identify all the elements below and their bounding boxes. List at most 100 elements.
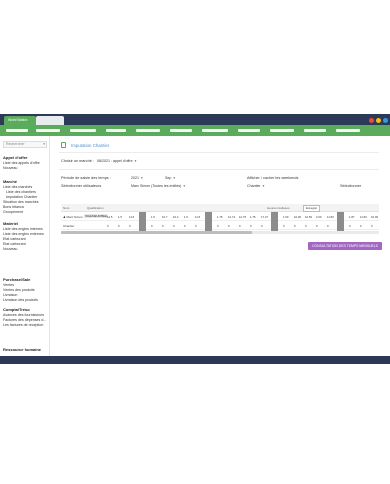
sidebar-item[interactable]: Avances des fournisseurs <box>3 313 44 317</box>
day-cell[interactable]: 0 <box>360 224 362 228</box>
sidebar-item[interactable]: Nouveau <box>3 247 17 251</box>
close-icon[interactable] <box>383 118 388 123</box>
nav-item[interactable] <box>106 129 126 132</box>
sidebar-item[interactable]: Ventes <box>3 283 14 287</box>
nav-item[interactable] <box>70 129 96 132</box>
period-year-value: 2021 <box>131 176 139 180</box>
header-nom: Nom <box>63 206 70 210</box>
day-cell[interactable]: 1.75 <box>217 215 222 219</box>
day-cell[interactable]: 0 <box>217 224 219 228</box>
browser-tab[interactable] <box>36 116 64 125</box>
day-cell[interactable]: 0 <box>294 224 296 228</box>
user-select[interactable]: Marc Simon (Toutes les entités) ▾ <box>131 184 185 188</box>
day-cell[interactable]: 0 <box>250 224 252 228</box>
row-name-text: Marc Simon <box>66 215 83 219</box>
sidebar-item[interactable]: Livraison <box>3 293 17 297</box>
nav-item[interactable] <box>170 129 192 132</box>
day-cell[interactable]: 0 <box>107 224 109 228</box>
nav-item[interactable] <box>336 129 360 132</box>
day-cell[interactable]: 1.87 <box>349 215 354 219</box>
day-cell[interactable]: 0 <box>239 224 241 228</box>
sidebar-search-input[interactable]: Rechercher ▾ <box>3 141 47 148</box>
day-cell[interactable]: 10.50 <box>305 215 312 219</box>
row-name: Chantier <box>63 224 75 228</box>
day-cell[interactable]: 0 <box>151 224 153 228</box>
day-cell[interactable]: 0 <box>195 224 197 228</box>
sidebar-item[interactable]: Les factures de reception <box>3 323 43 327</box>
select-label[interactable]: Sélectionner <box>340 184 361 188</box>
day-cell[interactable]: 0 <box>283 224 285 228</box>
period-month-select[interactable]: Sep ▾ <box>165 176 175 180</box>
day-cell[interactable]: 12.5 <box>107 215 112 219</box>
nav-item[interactable] <box>238 129 260 132</box>
sidebar-item[interactable]: Etat carburant <box>3 237 26 241</box>
day-cell[interactable]: 2.00 <box>316 215 321 219</box>
sidebar-item[interactable]: Etat carburant <box>3 242 26 246</box>
chevron-down-icon: ▾ <box>183 184 186 188</box>
sidebar-item[interactable]: Bons bitanca <box>3 205 24 209</box>
day-cell[interactable]: 0 <box>228 224 230 228</box>
consultation-button[interactable]: CONSULTATION DES TEMPS MENSUELS <box>308 242 382 250</box>
sidebar-item[interactable]: Groupement <box>3 210 23 214</box>
day-cell[interactable]: 10.00 <box>371 215 378 219</box>
day-cell[interactable]: 11.5 <box>195 215 200 219</box>
day-cell[interactable]: 11.50 <box>360 215 367 219</box>
day-cell[interactable]: 0 <box>162 224 164 228</box>
sidebar-section-marche: Marché <box>3 179 18 184</box>
sidebar-item[interactable]: Liste des engins internes <box>3 227 43 231</box>
day-cell[interactable]: 1.5 <box>151 215 155 219</box>
day-cell[interactable]: 11.50 <box>327 215 334 219</box>
sidebar-item[interactable]: Livraison des produits <box>3 298 38 302</box>
day-cell[interactable]: 10.7 <box>162 215 167 219</box>
title-bar: WorkStation <box>0 114 390 125</box>
day-cell[interactable]: 1.50 <box>283 215 288 219</box>
day-cell[interactable]: 0 <box>327 224 329 228</box>
horizontal-scrollbar[interactable] <box>61 231 379 234</box>
minimize-icon[interactable] <box>369 118 374 123</box>
sidebar-section-appel-offre: Appel d'offre <box>3 155 28 160</box>
day-cell[interactable]: 11.5 <box>129 215 134 219</box>
sidebar-item[interactable]: Liste des chantiers <box>6 190 36 194</box>
nav-item[interactable] <box>6 129 28 132</box>
nav-item[interactable] <box>136 129 160 132</box>
day-cell[interactable]: 0 <box>184 224 186 228</box>
scrollbar-thumb[interactable] <box>61 231 252 234</box>
day-cell[interactable]: 1.5 <box>184 215 188 219</box>
day-cell[interactable]: 12.75 <box>239 215 246 219</box>
day-cell[interactable]: 0 <box>118 224 120 228</box>
day-cell[interactable]: 0 <box>371 224 373 228</box>
day-cell[interactable]: 0 <box>316 224 318 228</box>
save-button[interactable]: Enregist <box>303 205 321 212</box>
weekend-toggle-label[interactable]: Afficher / cacher les weekends <box>247 176 298 180</box>
nav-item[interactable] <box>304 129 326 132</box>
day-cell[interactable]: 0 <box>305 224 307 228</box>
day-cell[interactable]: 0 <box>261 224 263 228</box>
nav-item[interactable] <box>36 129 60 132</box>
market-select[interactable]: 08/2021 : appel d'offre ▾ <box>97 159 136 163</box>
day-cell[interactable]: 10.00 <box>294 215 301 219</box>
chevron-down-icon[interactable]: ▾ <box>43 142 45 147</box>
day-cell[interactable]: 12.74 <box>228 215 235 219</box>
sidebar-item[interactable]: Liste des marchés <box>3 185 32 189</box>
browser-tab-active[interactable]: WorkStation <box>4 116 36 125</box>
header-qualification: Qualification <box>87 206 104 210</box>
day-cell[interactable]: 17.37 <box>261 215 268 219</box>
day-cell[interactable]: 0 <box>173 224 175 228</box>
site-select[interactable]: Chantier ▾ <box>247 184 264 188</box>
sidebar-item[interactable]: Ventes des produits <box>3 288 35 292</box>
day-cell[interactable]: 1.5 <box>118 215 122 219</box>
maximize-icon[interactable] <box>376 118 381 123</box>
sidebar-item[interactable]: Liste des appels d'offre <box>3 161 40 165</box>
day-cell[interactable]: 1.75 <box>250 215 255 219</box>
sidebar-item-active[interactable]: Imputation Chantier <box>6 195 37 199</box>
day-cell[interactable]: 10.4 <box>173 215 178 219</box>
sidebar-item[interactable]: Nouveau <box>3 166 17 170</box>
sidebar-item[interactable]: Liste des engins externes <box>3 232 44 236</box>
sidebar-item[interactable]: Situation des marchés <box>3 200 39 204</box>
sidebar-item[interactable]: Factures des dépenses d... <box>3 318 46 322</box>
day-cell[interactable]: 0 <box>129 224 131 228</box>
day-cell[interactable]: 0 <box>349 224 351 228</box>
nav-item[interactable] <box>270 129 294 132</box>
period-year-select[interactable]: 2021 ▾ <box>131 176 143 180</box>
nav-item[interactable] <box>202 129 228 132</box>
